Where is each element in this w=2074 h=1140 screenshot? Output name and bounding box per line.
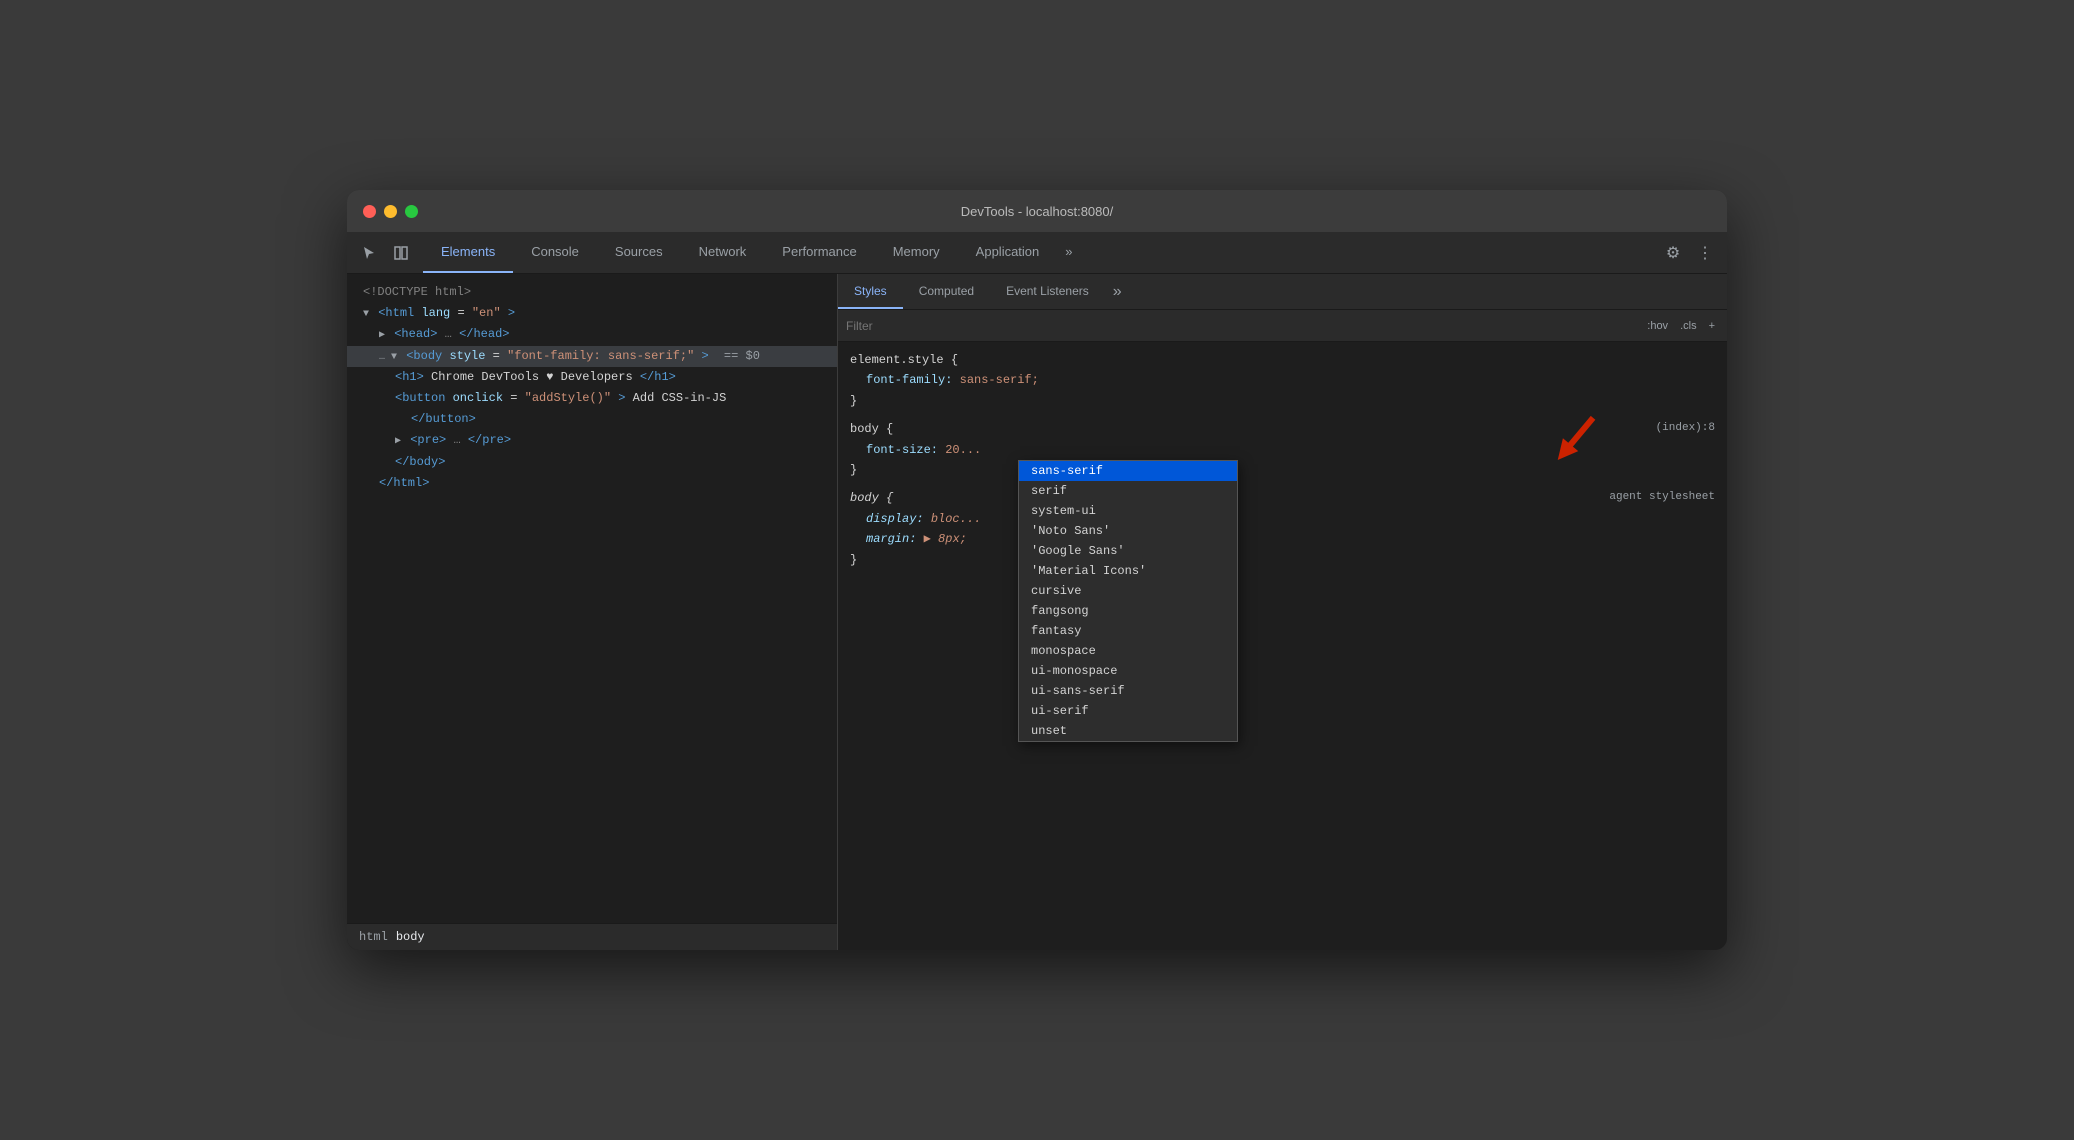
body-selected-line[interactable]: … ▼ <body style = "font-family: sans-ser…	[347, 346, 837, 367]
element-style-rule: element.style { font-family: sans-serif;…	[838, 346, 1727, 415]
more-options-icon[interactable]: ⋮	[1691, 239, 1719, 267]
breadcrumb-html[interactable]: html	[359, 930, 388, 944]
agent-source: agent stylesheet	[1609, 488, 1715, 507]
autocomplete-item-ui-sans-serif[interactable]: ui-sans-serif	[1019, 681, 1237, 701]
breadcrumb-body[interactable]: body	[396, 930, 425, 944]
styles-filter-bar: :hov .cls +	[838, 310, 1727, 342]
tab-elements[interactable]: Elements	[423, 232, 513, 273]
breadcrumb: html body	[347, 923, 837, 950]
hov-button[interactable]: :hov	[1643, 318, 1672, 334]
autocomplete-item-noto-sans[interactable]: 'Noto Sans'	[1019, 521, 1237, 541]
autocomplete-item-sans-serif[interactable]: sans-serif	[1019, 461, 1237, 481]
autocomplete-item-monospace[interactable]: monospace	[1019, 641, 1237, 661]
button-line[interactable]: <button onclick = "addStyle()" > Add CSS…	[347, 388, 837, 409]
triangle-down-icon: ▼	[391, 352, 397, 363]
main-tabs: Elements Console Sources Network Perform…	[423, 232, 1651, 273]
autocomplete-item-fantasy[interactable]: fantasy	[1019, 621, 1237, 641]
element-style-body: font-family: sans-serif;	[850, 370, 1715, 390]
tab-memory[interactable]: Memory	[875, 232, 958, 273]
styles-panel: Styles Computed Event Listeners » :hov .…	[837, 274, 1727, 950]
autocomplete-item-material-icons[interactable]: 'Material Icons'	[1019, 561, 1237, 581]
triangle-pre-icon: ▶	[395, 436, 401, 447]
tab-styles[interactable]: Styles	[838, 274, 903, 309]
settings-icon[interactable]: ⚙	[1659, 239, 1687, 267]
triangle-right-icon: ▶	[379, 330, 385, 341]
devtools-window: DevTools - localhost:8080/ Elements Cons…	[347, 190, 1727, 950]
body-close-line[interactable]: </body>	[347, 452, 837, 473]
body-fontsize-rule: body { (index):8 font-size: 20... }	[838, 415, 1727, 484]
body-fontsize-close: }	[850, 460, 1715, 480]
button-close-line[interactable]: </button>	[347, 409, 837, 430]
tab-performance[interactable]: Performance	[764, 232, 874, 273]
dom-tree[interactable]: <!DOCTYPE html> ▼ <html lang = "en" > ▶ …	[347, 274, 837, 923]
body-fontsize-selector: body { (index):8	[850, 419, 1715, 439]
tab-sources[interactable]: Sources	[597, 232, 681, 273]
body-agent-close: }	[850, 550, 1715, 570]
head-line[interactable]: ▶ <head> … </head>	[347, 324, 837, 345]
styles-content: element.style { font-family: sans-serif;…	[838, 342, 1727, 950]
tab-bar: Elements Console Sources Network Perform…	[347, 232, 1727, 274]
autocomplete-item-ui-monospace[interactable]: ui-monospace	[1019, 661, 1237, 681]
traffic-lights	[363, 205, 418, 218]
h1-line[interactable]: <h1> Chrome DevTools ♥ Developers </h1>	[347, 367, 837, 388]
tab-console[interactable]: Console	[513, 232, 597, 273]
add-style-button[interactable]: +	[1705, 318, 1719, 334]
tab-bar-right-icons: ⚙ ⋮	[1651, 232, 1727, 273]
window-title: DevTools - localhost:8080/	[961, 204, 1113, 219]
display-prop-line: display: bloc...	[866, 509, 1715, 529]
element-style-close: }	[850, 391, 1715, 411]
title-bar: DevTools - localhost:8080/	[347, 190, 1727, 232]
filter-actions: :hov .cls +	[1643, 318, 1719, 334]
tab-application[interactable]: Application	[958, 232, 1058, 273]
styles-tabs-more[interactable]: »	[1105, 274, 1130, 309]
autocomplete-item-system-ui[interactable]: system-ui	[1019, 501, 1237, 521]
dom-panel: <!DOCTYPE html> ▼ <html lang = "en" > ▶ …	[347, 274, 837, 950]
autocomplete-item-unset[interactable]: unset	[1019, 721, 1237, 741]
body-fontsize-source: (index):8	[1656, 419, 1715, 438]
margin-prop-line: margin: ▶ 8px;	[866, 529, 1715, 549]
body-agent-body: display: bloc... margin: ▶ 8px;	[850, 509, 1715, 550]
autocomplete-item-google-sans[interactable]: 'Google Sans'	[1019, 541, 1237, 561]
close-button[interactable]	[363, 205, 376, 218]
tab-event-listeners[interactable]: Event Listeners	[990, 274, 1105, 309]
maximize-button[interactable]	[405, 205, 418, 218]
triangle-icon: ▼	[363, 309, 369, 320]
tab-network[interactable]: Network	[681, 232, 765, 273]
autocomplete-item-fangsong[interactable]: fangsong	[1019, 601, 1237, 621]
styles-filter-input[interactable]	[846, 319, 1643, 333]
body-agent-rule: body { agent stylesheet display: bloc...…	[838, 484, 1727, 574]
html-open-line[interactable]: ▼ <html lang = "en" >	[347, 303, 837, 324]
tab-bar-left-icons	[347, 232, 423, 273]
layers-icon[interactable]	[387, 239, 415, 267]
html-close-line[interactable]: </html>	[347, 473, 837, 494]
minimize-button[interactable]	[384, 205, 397, 218]
tab-more[interactable]: »	[1057, 232, 1080, 273]
tab-computed[interactable]: Computed	[903, 274, 990, 309]
doctype-line: <!DOCTYPE html>	[347, 282, 837, 303]
autocomplete-item-ui-serif[interactable]: ui-serif	[1019, 701, 1237, 721]
element-style-selector: element.style {	[850, 350, 1715, 370]
main-content: <!DOCTYPE html> ▼ <html lang = "en" > ▶ …	[347, 274, 1727, 950]
autocomplete-dropdown[interactable]: sans-serif serif system-ui 'Noto Sans' '…	[1018, 460, 1238, 742]
body-agent-selector: body { agent stylesheet	[850, 488, 1715, 508]
autocomplete-item-serif[interactable]: serif	[1019, 481, 1237, 501]
autocomplete-item-cursive[interactable]: cursive	[1019, 581, 1237, 601]
pre-line[interactable]: ▶ <pre> … </pre>	[347, 430, 837, 451]
styles-tab-bar: Styles Computed Event Listeners »	[838, 274, 1727, 310]
cursor-icon[interactable]	[355, 239, 383, 267]
body-fontsize-body: font-size: 20...	[850, 440, 1715, 460]
cls-button[interactable]: .cls	[1676, 318, 1701, 334]
